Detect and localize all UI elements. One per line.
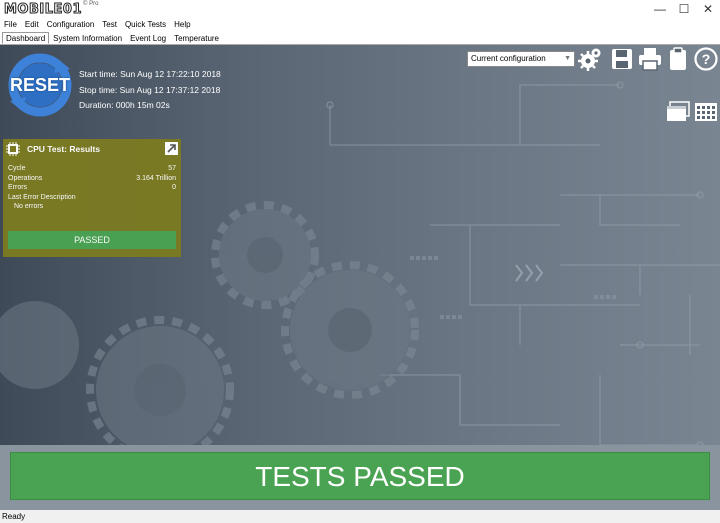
menu-configuration[interactable]: Configuration <box>43 18 99 31</box>
cpu-test-panel: CPU Test: Results Cycle 57 Operations 3.… <box>3 139 181 257</box>
help-icon[interactable]: ? <box>694 47 718 71</box>
cpu-passed-status: PASSED <box>8 231 176 249</box>
stat-label: Errors <box>8 184 28 191</box>
expand-icon[interactable] <box>165 142 178 155</box>
clipboard-icon[interactable] <box>666 47 690 71</box>
stat-value: 57 <box>168 165 176 172</box>
svg-text:?: ? <box>702 51 711 67</box>
stat-row: Last Error Description <box>8 193 176 203</box>
print-icon[interactable] <box>638 47 662 71</box>
tests-passed-banner: TESTS PASSED <box>10 452 710 500</box>
logo-text: MOBILE01 <box>4 1 83 17</box>
cpu-chip-icon <box>6 142 20 156</box>
error-description: No errors <box>14 203 44 210</box>
window-view-icon[interactable] <box>666 101 690 123</box>
stat-label: Cycle <box>8 165 26 172</box>
stat-value: 0 <box>172 184 176 191</box>
logo-sub: © Pro <box>83 1 99 7</box>
tab-dashboard[interactable]: Dashboard <box>2 32 50 44</box>
stat-label: Last Error Description <box>8 193 76 201</box>
duration: Duration: 000h 15m 02s <box>79 100 170 110</box>
tab-temperature[interactable]: Temperature <box>170 32 223 44</box>
cpu-test-header: CPU Test: Results <box>3 139 181 159</box>
dashboard-area: RESET Start time: Sun Aug 12 17:22:10 20… <box>0 45 720 510</box>
menu-edit[interactable]: Edit <box>21 18 43 31</box>
title-bar: MOBILE01 © Pro — ☐ ✕ <box>0 0 720 18</box>
gears-icon[interactable] <box>578 47 602 71</box>
gears-background-art <box>0 81 720 489</box>
cpu-test-title: CPU Test: Results <box>27 144 101 154</box>
configuration-select[interactable]: Current configuration ▼ <box>467 51 575 67</box>
stop-time: Stop time: Sun Aug 12 17:37:12 2018 <box>79 84 221 95</box>
tab-system-information[interactable]: System Information <box>49 32 126 44</box>
chevron-down-icon: ▼ <box>564 55 571 62</box>
cpu-test-stats: Cycle 57 Operations 3.164 Trillion Error… <box>8 164 176 212</box>
test-times: Start time: Sun Aug 12 17:22:10 2018 Sto… <box>79 67 221 114</box>
stat-row: Errors 0 <box>8 183 176 193</box>
save-icon[interactable] <box>610 47 634 71</box>
reset-button[interactable]: RESET <box>8 53 72 117</box>
menu-file[interactable]: File <box>0 18 21 31</box>
stat-value: 3.164 Trillion <box>136 174 176 182</box>
stat-label: Operations <box>8 174 43 182</box>
menu-test[interactable]: Test <box>98 18 121 31</box>
tab-strip: Dashboard System Information Event Log T… <box>0 31 720 45</box>
stat-row: Cycle 57 <box>8 164 176 174</box>
menu-quick-tests[interactable]: Quick Tests <box>121 18 170 31</box>
status-bar: Ready <box>0 510 720 523</box>
app-logo: MOBILE01 © Pro <box>4 1 99 17</box>
grid-view-icon[interactable] <box>694 101 718 123</box>
stat-row: Operations 3.164 Trillion <box>8 174 176 184</box>
menu-bar: File Edit Configuration Test Quick Tests… <box>0 18 195 31</box>
close-button[interactable]: ✕ <box>693 0 720 18</box>
menu-help[interactable]: Help <box>170 18 194 31</box>
tab-event-log[interactable]: Event Log <box>126 32 170 44</box>
configuration-select-value: Current configuration <box>471 54 546 63</box>
reset-label: RESET <box>9 75 70 95</box>
start-time: Start time: Sun Aug 12 17:22:10 2018 <box>79 69 221 79</box>
